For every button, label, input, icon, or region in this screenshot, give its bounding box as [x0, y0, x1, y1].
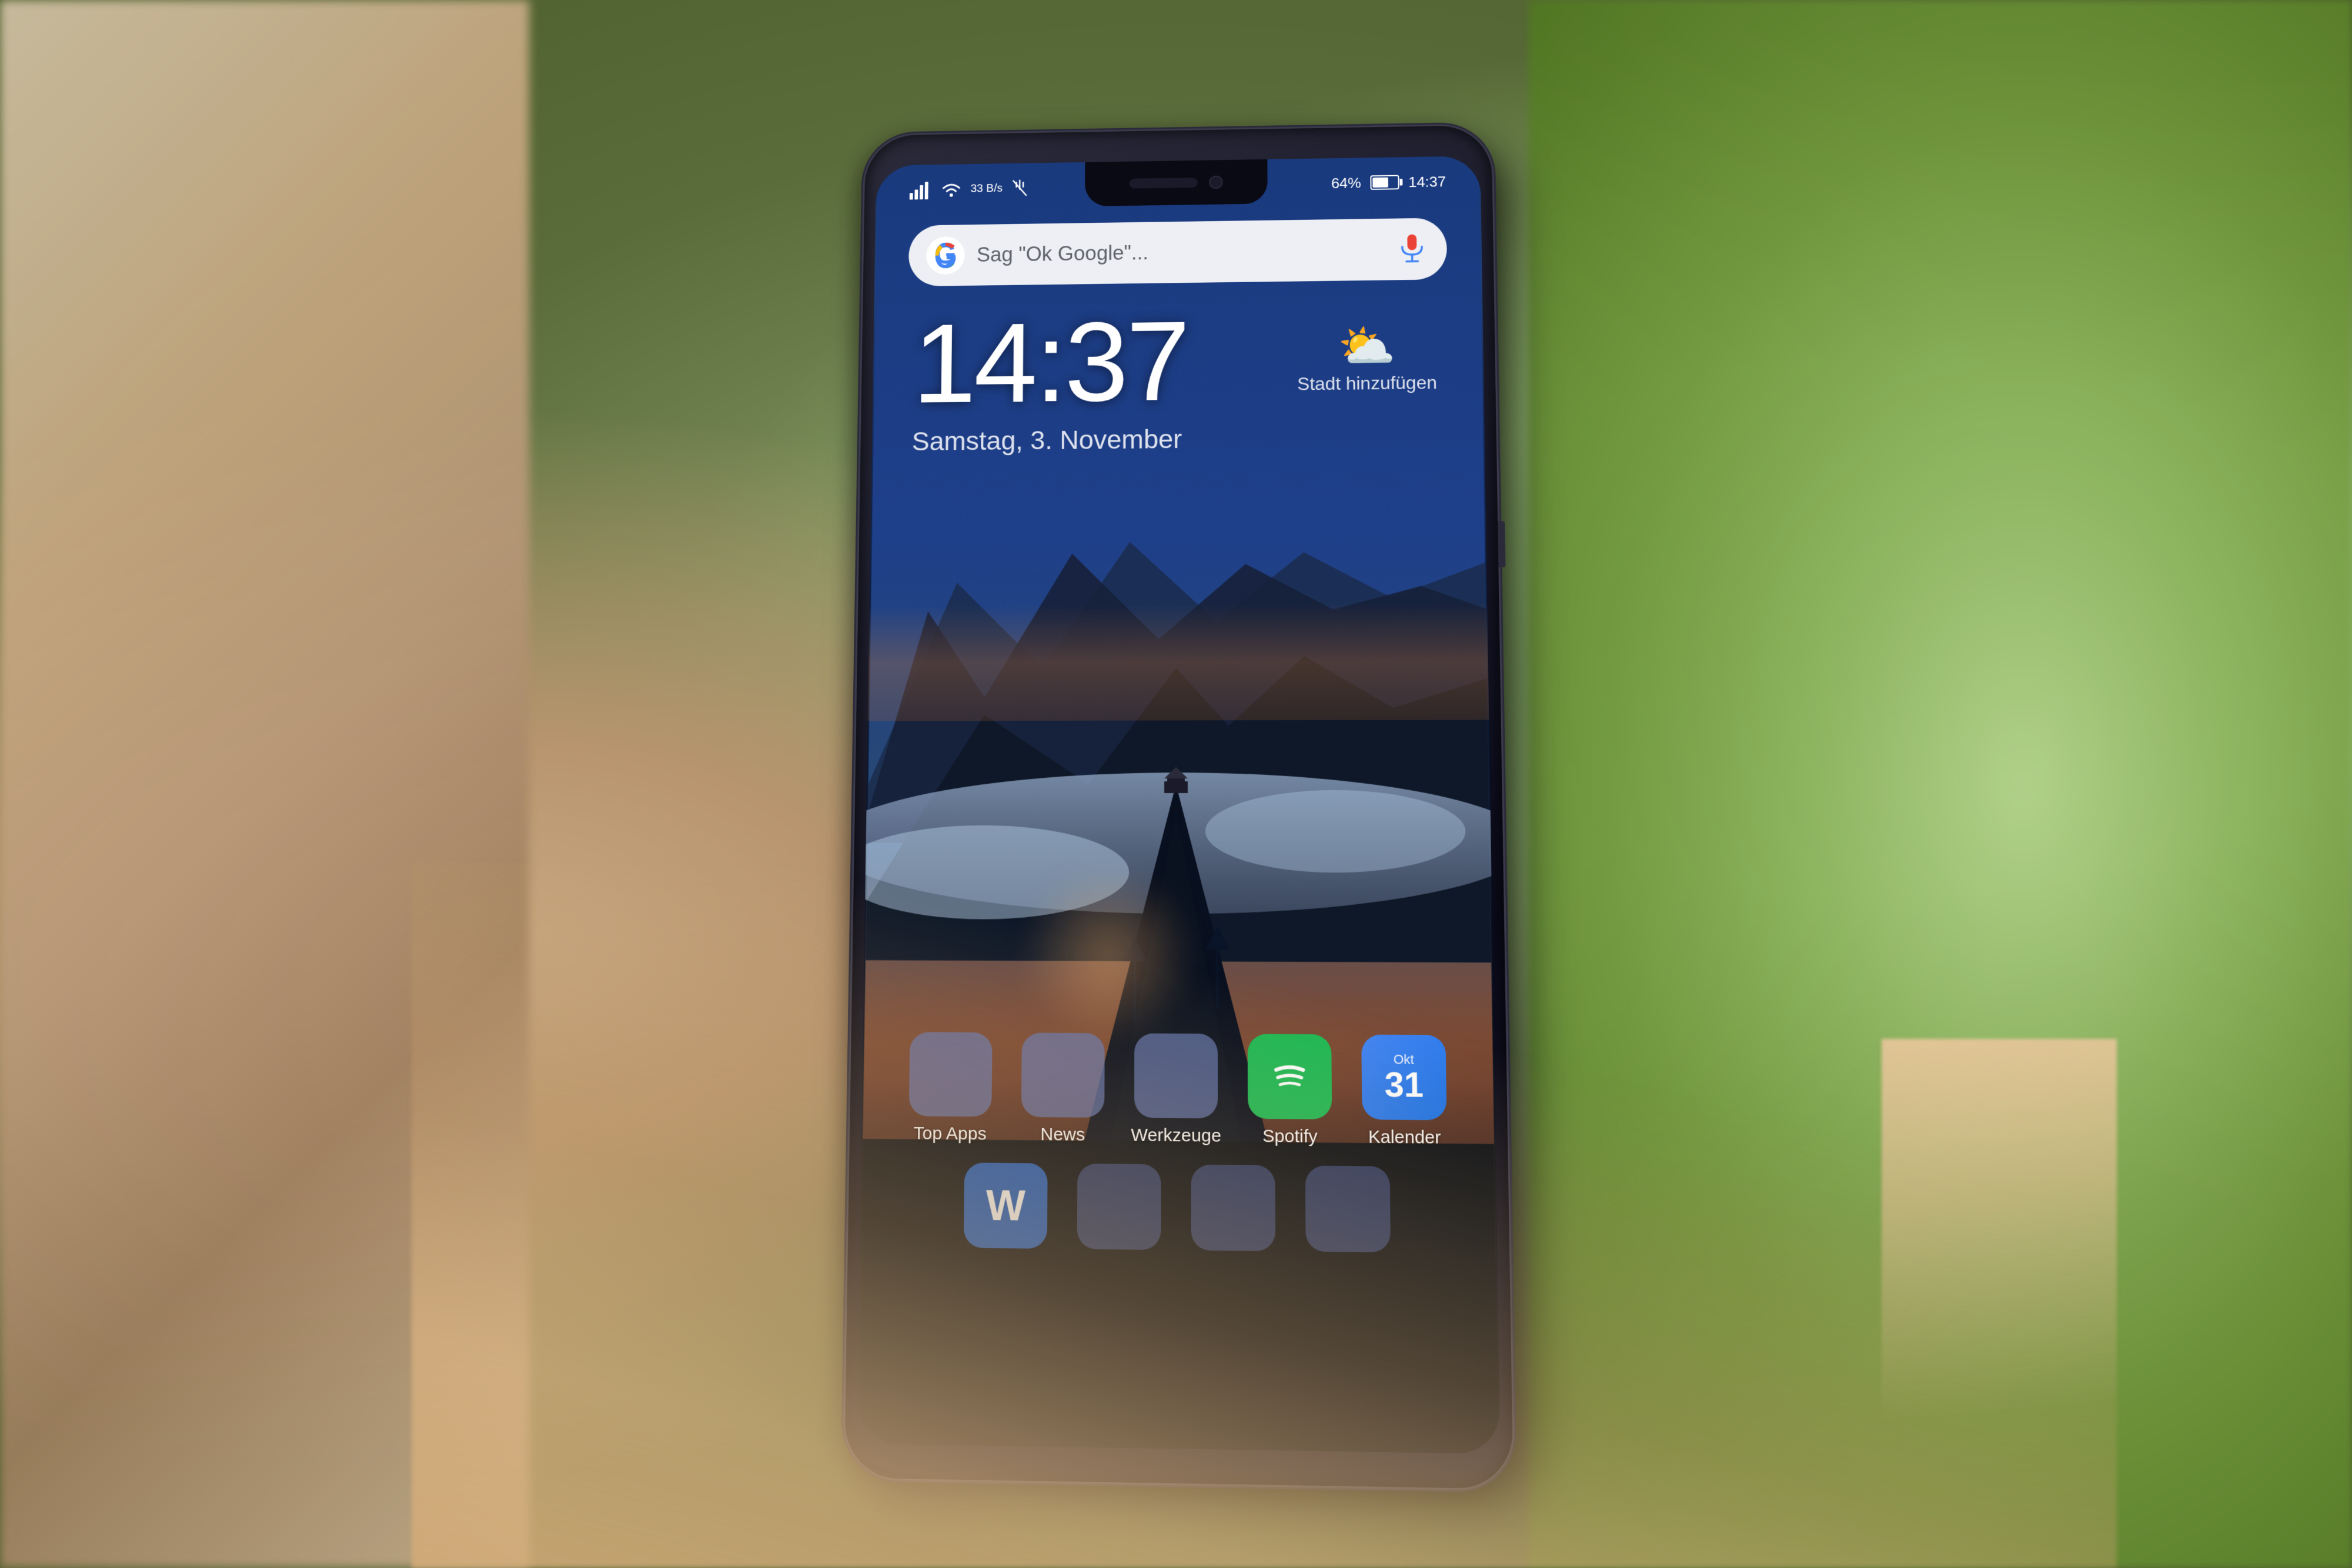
mute-icon — [1010, 178, 1028, 198]
hand-overlay-left — [412, 862, 2117, 1568]
notch-speaker — [1130, 177, 1198, 188]
search-placeholder: Sag "Ok Google"... — [977, 238, 1384, 266]
clock-widget[interactable]: 14:37 Samstag, 3. November — [912, 305, 1188, 457]
notch-camera — [1209, 175, 1222, 189]
battery-percent: 64% — [1331, 174, 1361, 192]
status-right: 64% 14:37 — [1331, 172, 1446, 191]
status-left: 33 B/s — [910, 178, 1029, 199]
clock-date: Samstag, 3. November — [912, 423, 1188, 456]
google-logo: G — [926, 236, 965, 275]
weather-icon: ⛅ — [1297, 319, 1437, 373]
battery-icon-container — [1370, 175, 1399, 189]
google-search-bar[interactable]: G Sag "Ok Google"... — [908, 218, 1448, 286]
side-button[interactable] — [1498, 521, 1505, 567]
clock-time: 14:37 — [912, 305, 1188, 420]
wifi-icon — [940, 179, 963, 199]
hand-overlay-thumb — [1882, 1039, 2117, 1568]
status-time: 14:37 — [1408, 172, 1446, 190]
phone-notch — [1085, 159, 1268, 206]
battery-icon — [1370, 175, 1399, 189]
mic-icon[interactable] — [1395, 232, 1430, 266]
battery-fill — [1372, 177, 1388, 187]
weather-widget[interactable]: ⛅ Stadt hinzufügen — [1297, 319, 1438, 394]
signal-icon — [910, 179, 933, 199]
data-speed: 33 B/s — [970, 182, 1003, 194]
microphone-svg — [1398, 232, 1427, 266]
horizon-glow — [868, 602, 1489, 720]
weather-city-label: Stadt hinzufügen — [1297, 372, 1437, 394]
